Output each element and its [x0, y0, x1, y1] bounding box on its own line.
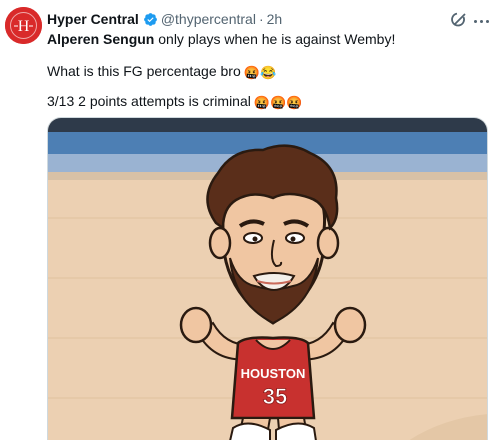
timestamp[interactable]: 2h — [267, 11, 283, 27]
display-name[interactable]: Hyper Central — [47, 11, 139, 27]
jersey-number: 35 — [263, 384, 287, 409]
jersey-text: HOUSTON — [241, 366, 306, 381]
hyper-central-logo-icon: H — [5, 7, 42, 44]
tweet-text-line-1: Alperen Sengun only plays when he is aga… — [47, 30, 395, 48]
tweet-text-line-3: 3/13 2 points attempts is criminal 🤬🤬🤬 — [47, 92, 302, 112]
tweet-text: 3/13 2 points attempts is criminal — [47, 93, 251, 109]
grok-icon[interactable] — [450, 10, 470, 30]
emoji-group: 🤬😂 — [243, 65, 277, 80]
tweet-text: only plays when he is against Wemby! — [154, 31, 396, 47]
svg-text:H: H — [18, 18, 30, 35]
more-options-icon[interactable] — [470, 13, 492, 29]
avatar[interactable]: H — [5, 7, 42, 44]
tweet-header: Hyper Central @thypercentral · 2h — [47, 9, 282, 29]
tweet-text: What is this FG percentage bro — [47, 63, 241, 79]
handle[interactable]: @thypercentral — [161, 11, 256, 27]
tweet-card: H Hyper Central @thypercentral · 2h Alpe… — [0, 0, 500, 440]
verified-badge-icon — [143, 12, 158, 27]
emoji-group: 🤬🤬🤬 — [253, 95, 303, 110]
cartoon-illustration: HOUSTON 35 — [48, 118, 487, 440]
tweet-text-line-2: What is this FG percentage bro 🤬😂 — [47, 62, 276, 82]
tweet-media-image[interactable]: HOUSTON 35 — [47, 117, 488, 440]
separator-dot: · — [258, 11, 264, 27]
mention-link[interactable]: Alperen Sengun — [47, 31, 154, 47]
